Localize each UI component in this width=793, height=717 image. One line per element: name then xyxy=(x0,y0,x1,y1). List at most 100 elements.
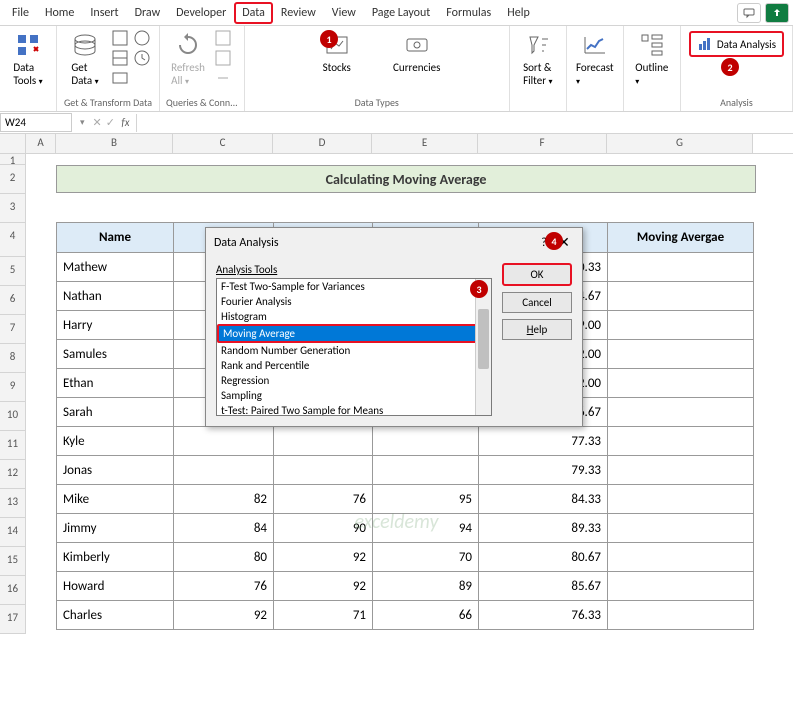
sheet-title[interactable]: Calculating Moving Average xyxy=(56,165,756,193)
data-tools-button[interactable]: DataTools ▾ xyxy=(6,29,50,89)
listbox-item[interactable]: Moving Average xyxy=(217,324,491,343)
cell-moving[interactable] xyxy=(608,282,754,311)
from-table-icon[interactable] xyxy=(111,49,129,67)
tab-pagelayout[interactable]: Page Layout xyxy=(364,2,438,24)
tab-formulas[interactable]: Formulas xyxy=(438,2,499,24)
cell-name[interactable]: Jonas xyxy=(57,456,174,485)
cell-lit[interactable]: 95 xyxy=(373,485,479,514)
cell-name[interactable]: Howard xyxy=(57,572,174,601)
listbox-scrollbar[interactable] xyxy=(475,279,491,415)
col-header-b[interactable]: B xyxy=(56,134,173,153)
tab-developer[interactable]: Developer xyxy=(168,2,234,24)
sort-filter-button[interactable]: Sort &Filter ▾ xyxy=(516,29,560,89)
tab-data[interactable]: Data xyxy=(234,2,273,24)
row-header[interactable]: 10 xyxy=(0,402,26,431)
row-header[interactable]: 7 xyxy=(0,315,26,344)
cell-math[interactable] xyxy=(174,456,274,485)
scroll-thumb[interactable] xyxy=(478,309,489,369)
tab-view[interactable]: View xyxy=(324,2,364,24)
cell-moving[interactable] xyxy=(608,456,754,485)
cell-avg[interactable]: 85.67 xyxy=(479,572,608,601)
row-header[interactable]: 2 xyxy=(0,165,26,194)
comments-button[interactable] xyxy=(737,3,761,23)
row-header[interactable]: 14 xyxy=(0,518,26,547)
queries-icon[interactable] xyxy=(214,29,232,47)
tab-review[interactable]: Review xyxy=(273,2,324,24)
col-header-g[interactable]: G xyxy=(607,134,753,153)
data-analysis-button[interactable]: Data Analysis xyxy=(689,31,784,57)
cell-lit[interactable]: 94 xyxy=(373,514,479,543)
from-text-icon[interactable] xyxy=(111,29,129,47)
cell-name[interactable]: Harry xyxy=(57,311,174,340)
tab-file[interactable]: File xyxy=(4,2,37,24)
header-moving[interactable]: Moving Avergae xyxy=(608,223,754,253)
cell-avg[interactable]: 89.33 xyxy=(479,514,608,543)
outline-button[interactable]: Outline▾ xyxy=(630,29,674,89)
cell-avg[interactable]: 76.33 xyxy=(479,601,608,630)
cell-science[interactable] xyxy=(274,427,373,456)
ok-button[interactable]: OK xyxy=(502,263,572,286)
cell-moving[interactable] xyxy=(608,485,754,514)
cell-moving[interactable] xyxy=(608,601,754,630)
refresh-all-button[interactable]: RefreshAll ▾ xyxy=(166,29,210,89)
cell-name[interactable]: Ethan xyxy=(57,369,174,398)
cell-moving[interactable] xyxy=(608,514,754,543)
cell-math[interactable]: 80 xyxy=(174,543,274,572)
analysis-tools-listbox[interactable]: F-Test Two-Sample for VariancesFourier A… xyxy=(216,278,492,416)
tab-insert[interactable]: Insert xyxy=(82,2,126,24)
tab-draw[interactable]: Draw xyxy=(127,2,169,24)
col-header-e[interactable]: E xyxy=(372,134,478,153)
cell-lit[interactable] xyxy=(373,427,479,456)
cell-moving[interactable] xyxy=(608,253,754,282)
cell-science[interactable]: 76 xyxy=(274,485,373,514)
forecast-button[interactable]: Forecast▾ xyxy=(573,29,617,89)
select-all-corner[interactable] xyxy=(0,134,26,153)
cell-name[interactable]: Mike xyxy=(57,485,174,514)
cell-lit[interactable] xyxy=(373,456,479,485)
cell-moving[interactable] xyxy=(608,398,754,427)
row-header[interactable]: 11 xyxy=(0,431,26,460)
recent-icon[interactable] xyxy=(133,49,151,67)
cell-name[interactable]: Charles xyxy=(57,601,174,630)
cell-lit[interactable]: 89 xyxy=(373,572,479,601)
cell-moving[interactable] xyxy=(608,427,754,456)
listbox-item[interactable]: F-Test Two-Sample for Variances xyxy=(217,279,491,294)
cell-avg[interactable]: 79.33 xyxy=(479,456,608,485)
cell-moving[interactable] xyxy=(608,543,754,572)
cell-science[interactable]: 90 xyxy=(274,514,373,543)
cell-science[interactable]: 92 xyxy=(274,543,373,572)
existing-conn-icon[interactable] xyxy=(111,69,129,87)
cell-moving[interactable] xyxy=(608,572,754,601)
cell-name[interactable]: Mathew xyxy=(57,253,174,282)
from-web-icon[interactable] xyxy=(133,29,151,47)
col-header-f[interactable]: F xyxy=(478,134,607,153)
cell-math[interactable] xyxy=(174,427,274,456)
fx-button[interactable]: fx xyxy=(119,114,137,132)
listbox-item[interactable]: Histogram xyxy=(217,309,491,324)
cell-science[interactable]: 92 xyxy=(274,572,373,601)
properties-icon[interactable] xyxy=(214,49,232,67)
cell-name[interactable]: Nathan xyxy=(57,282,174,311)
cell-name[interactable]: Sarah xyxy=(57,398,174,427)
cell-math[interactable]: 92 xyxy=(174,601,274,630)
cell-avg[interactable]: 84.33 xyxy=(479,485,608,514)
cell-math[interactable]: 76 xyxy=(174,572,274,601)
cell-math[interactable]: 84 xyxy=(174,514,274,543)
col-header-a[interactable]: A xyxy=(26,134,56,153)
row-header[interactable]: 9 xyxy=(0,373,26,402)
row-header[interactable]: 16 xyxy=(0,576,26,605)
cell-math[interactable]: 82 xyxy=(174,485,274,514)
tab-home[interactable]: Home xyxy=(37,2,82,24)
cell-moving[interactable] xyxy=(608,369,754,398)
help-button[interactable]: Help xyxy=(502,319,572,340)
cell-avg[interactable]: 77.33 xyxy=(479,427,608,456)
row-header[interactable]: 5 xyxy=(0,257,26,286)
row-header[interactable]: 6 xyxy=(0,286,26,315)
row-header[interactable]: 1 xyxy=(0,154,26,165)
listbox-item[interactable]: Sampling xyxy=(217,388,491,403)
share-button[interactable] xyxy=(765,3,789,23)
row-header[interactable]: 15 xyxy=(0,547,26,576)
enter-formula-icon[interactable]: ✓ xyxy=(106,116,115,129)
cell-science[interactable]: 71 xyxy=(274,601,373,630)
currencies-button[interactable]: Currencies xyxy=(387,29,447,76)
